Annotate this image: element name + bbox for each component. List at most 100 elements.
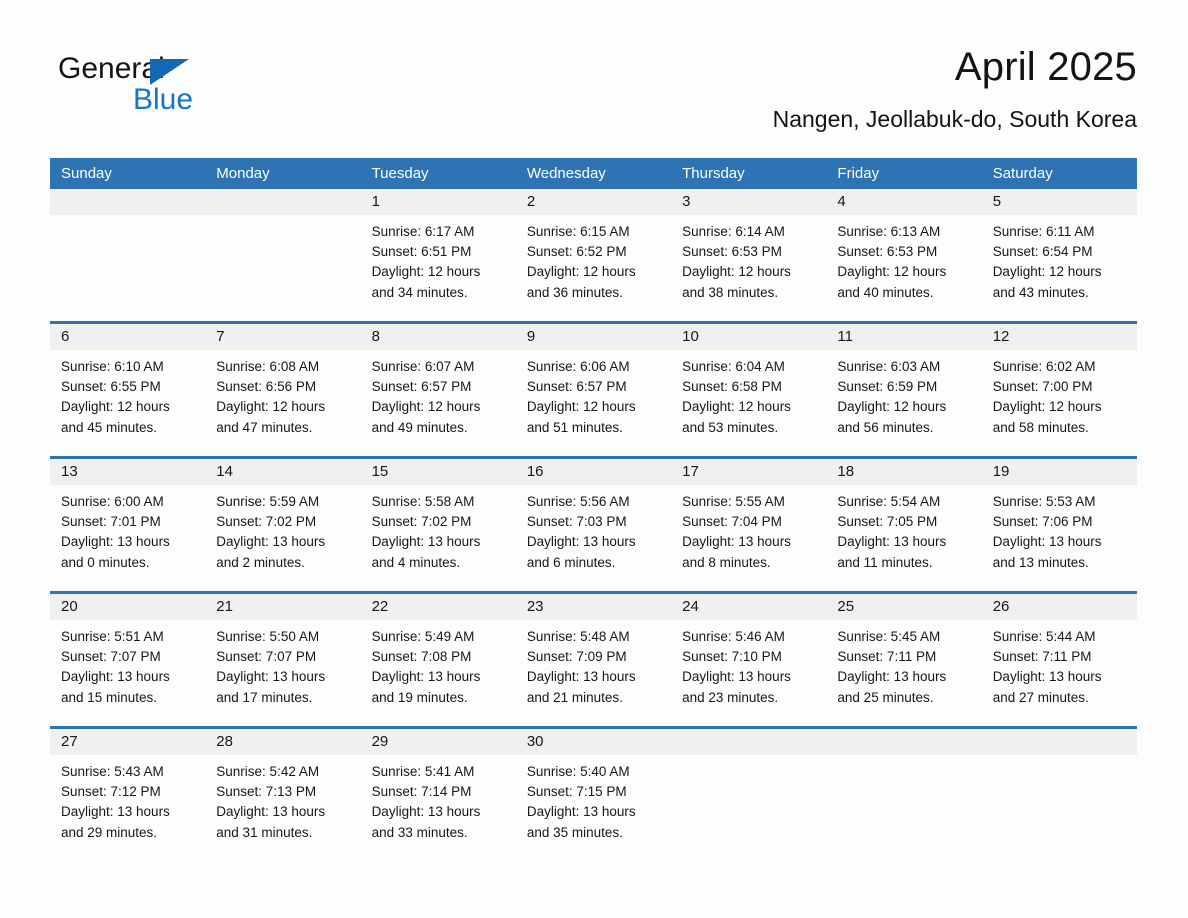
- generalblue-logo[interactable]: General Blue: [58, 52, 218, 124]
- week-grid: 13 Sunrise: 6:00 AM Sunset: 7:01 PM Dayl…: [50, 459, 1137, 591]
- day-cell[interactable]: 24 Sunrise: 5:46 AM Sunset: 7:10 PM Dayl…: [671, 594, 827, 726]
- day-details: Sunrise: 6:10 AM Sunset: 6:55 PM Dayligh…: [50, 350, 205, 438]
- day-cell[interactable]: 13 Sunrise: 6:00 AM Sunset: 7:01 PM Dayl…: [50, 459, 206, 591]
- weekday-header-thursday: Thursday: [682, 165, 745, 182]
- sunset-text: Sunset: 7:04 PM: [682, 514, 782, 530]
- day-cell[interactable]: 11 Sunrise: 6:03 AM Sunset: 6:59 PM Dayl…: [826, 324, 982, 456]
- day-details: Sunrise: 6:00 AM Sunset: 7:01 PM Dayligh…: [50, 485, 205, 573]
- sunrise-text: Sunrise: 6:14 AM: [682, 224, 785, 239]
- day-cell[interactable]: 21 Sunrise: 5:50 AM Sunset: 7:07 PM Dayl…: [205, 594, 361, 726]
- day-cell[interactable]: 25 Sunrise: 5:45 AM Sunset: 7:11 PM Dayl…: [826, 594, 982, 726]
- daylight-text-line2: and 31 minutes.: [216, 824, 313, 840]
- daylight-text-line1: Daylight: 13 hours: [992, 534, 1102, 550]
- daylight-text-line2: and 49 minutes.: [371, 419, 468, 435]
- daylight-text-line2: and 35 minutes.: [526, 824, 623, 840]
- daylight-text-line1: Daylight: 12 hours: [837, 399, 947, 415]
- week-grid: 20 Sunrise: 5:51 AM Sunset: 7:07 PM Dayl…: [50, 594, 1137, 726]
- day-cell[interactable]: 9 Sunrise: 6:06 AM Sunset: 6:57 PM Dayli…: [515, 324, 672, 456]
- day-number: 16: [515, 459, 672, 485]
- day-cell[interactable]: [50, 189, 206, 321]
- sunset-text: Sunset: 7:13 PM: [216, 784, 317, 800]
- day-cell[interactable]: 3 Sunrise: 6:14 AM Sunset: 6:53 PM Dayli…: [671, 189, 827, 321]
- day-cell[interactable]: 30 Sunrise: 5:40 AM Sunset: 7:15 PM Dayl…: [515, 729, 672, 861]
- day-cell[interactable]: [205, 189, 361, 321]
- day-cell[interactable]: 5 Sunrise: 6:11 AM Sunset: 6:54 PM Dayli…: [981, 189, 1137, 321]
- day-number: 2: [515, 189, 672, 215]
- day-cell[interactable]: [981, 729, 1137, 861]
- daylight-text-line2: and 45 minutes.: [61, 419, 158, 435]
- calendar-week-row: 1 Sunrise: 6:17 AM Sunset: 6:51 PM Dayli…: [50, 189, 1137, 321]
- day-cell[interactable]: [671, 729, 827, 861]
- day-cell[interactable]: 7 Sunrise: 6:08 AM Sunset: 6:56 PM Dayli…: [205, 324, 361, 456]
- day-cell[interactable]: 27 Sunrise: 5:43 AM Sunset: 7:12 PM Dayl…: [50, 729, 206, 861]
- daylight-text-line2: and 8 minutes.: [682, 554, 771, 570]
- day-cell[interactable]: 12 Sunrise: 6:02 AM Sunset: 7:00 PM Dayl…: [981, 324, 1137, 456]
- day-cell[interactable]: 2 Sunrise: 6:15 AM Sunset: 6:52 PM Dayli…: [515, 189, 672, 321]
- day-details: Sunrise: 6:17 AM Sunset: 6:51 PM Dayligh…: [361, 215, 516, 303]
- day-number: 21: [205, 594, 361, 620]
- daylight-text-line2: and 13 minutes.: [992, 554, 1089, 570]
- day-cell[interactable]: 14 Sunrise: 5:59 AM Sunset: 7:02 PM Dayl…: [205, 459, 361, 591]
- daylight-text-line1: Daylight: 13 hours: [837, 669, 947, 685]
- day-details: Sunrise: 6:08 AM Sunset: 6:56 PM Dayligh…: [205, 350, 360, 438]
- day-number: 23: [515, 594, 672, 620]
- day-cell[interactable]: 23 Sunrise: 5:48 AM Sunset: 7:09 PM Dayl…: [515, 594, 672, 726]
- day-cell[interactable]: 22 Sunrise: 5:49 AM Sunset: 7:08 PM Dayl…: [360, 594, 516, 726]
- sunset-text: Sunset: 7:11 PM: [837, 649, 937, 665]
- day-number: 24: [671, 594, 827, 620]
- sunset-text: Sunset: 6:57 PM: [526, 379, 627, 395]
- day-number: 19: [981, 459, 1137, 485]
- sunrise-text: Sunrise: 6:11 AM: [992, 224, 1095, 239]
- sunrise-text: Sunrise: 5:58 AM: [371, 494, 475, 509]
- daylight-text-line2: and 2 minutes.: [216, 554, 305, 570]
- daylight-text-line1: Daylight: 12 hours: [992, 264, 1102, 280]
- sunset-text: Sunset: 7:06 PM: [992, 514, 1093, 530]
- day-number: 4: [826, 189, 982, 215]
- day-number: 29: [360, 729, 516, 755]
- day-number: 12: [981, 324, 1137, 350]
- calendar-week-row: 6 Sunrise: 6:10 AM Sunset: 6:55 PM Dayli…: [50, 321, 1137, 456]
- sunrise-text: Sunrise: 5:50 AM: [216, 629, 320, 644]
- day-cell[interactable]: 29 Sunrise: 5:41 AM Sunset: 7:14 PM Dayl…: [360, 729, 516, 861]
- sunset-text: Sunset: 7:02 PM: [371, 514, 472, 530]
- sunrise-text: Sunrise: 6:15 AM: [526, 224, 630, 239]
- day-cell[interactable]: 15 Sunrise: 5:58 AM Sunset: 7:02 PM Dayl…: [360, 459, 516, 591]
- sunset-text: Sunset: 7:03 PM: [526, 514, 627, 530]
- day-cell[interactable]: 16 Sunrise: 5:56 AM Sunset: 7:03 PM Dayl…: [515, 459, 672, 591]
- day-cell[interactable]: 18 Sunrise: 5:54 AM Sunset: 7:05 PM Dayl…: [826, 459, 982, 591]
- daylight-text-line1: Daylight: 12 hours: [61, 399, 170, 415]
- daylight-text-line1: Daylight: 13 hours: [837, 534, 947, 550]
- day-cell[interactable]: 19 Sunrise: 5:53 AM Sunset: 7:06 PM Dayl…: [981, 459, 1137, 591]
- day-cell[interactable]: 20 Sunrise: 5:51 AM Sunset: 7:07 PM Dayl…: [50, 594, 206, 726]
- weekday-header-friday: Friday: [837, 165, 880, 182]
- day-cell[interactable]: [826, 729, 982, 861]
- sunrise-text: Sunrise: 5:56 AM: [526, 494, 630, 509]
- day-details: Sunrise: 6:11 AM Sunset: 6:54 PM Dayligh…: [982, 215, 1137, 303]
- sunset-text: Sunset: 7:15 PM: [526, 784, 627, 800]
- day-details: Sunrise: 5:54 AM Sunset: 7:05 PM Dayligh…: [826, 485, 981, 573]
- sunset-text: Sunset: 7:01 PM: [61, 514, 161, 530]
- daylight-text-line1: Daylight: 12 hours: [526, 399, 636, 415]
- day-cell[interactable]: 8 Sunrise: 6:07 AM Sunset: 6:57 PM Dayli…: [360, 324, 516, 456]
- day-cell[interactable]: 1 Sunrise: 6:17 AM Sunset: 6:51 PM Dayli…: [360, 189, 516, 321]
- daylight-text-line2: and 47 minutes.: [216, 419, 313, 435]
- sunrise-text: Sunrise: 5:42 AM: [216, 764, 320, 779]
- daylight-text-line1: Daylight: 13 hours: [216, 804, 326, 820]
- sunset-text: Sunset: 6:59 PM: [837, 379, 938, 395]
- page-header: General Blue April 2025 Nangen, Jeollabu…: [50, 42, 1137, 142]
- sunset-text: Sunset: 6:53 PM: [682, 244, 782, 260]
- sunrise-text: Sunrise: 6:08 AM: [216, 359, 320, 374]
- day-details: Sunrise: 5:44 AM Sunset: 7:11 PM Dayligh…: [982, 620, 1137, 708]
- sunset-text: Sunset: 6:55 PM: [61, 379, 161, 395]
- day-details: Sunrise: 5:46 AM Sunset: 7:10 PM Dayligh…: [671, 620, 826, 708]
- day-cell[interactable]: 28 Sunrise: 5:42 AM Sunset: 7:13 PM Dayl…: [205, 729, 361, 861]
- day-cell[interactable]: 17 Sunrise: 5:55 AM Sunset: 7:04 PM Dayl…: [671, 459, 827, 591]
- day-cell[interactable]: 4 Sunrise: 6:13 AM Sunset: 6:53 PM Dayli…: [826, 189, 982, 321]
- daylight-text-line2: and 29 minutes.: [61, 824, 158, 840]
- daylight-text-line2: and 15 minutes.: [61, 689, 158, 705]
- day-cell[interactable]: 10 Sunrise: 6:04 AM Sunset: 6:58 PM Dayl…: [671, 324, 827, 456]
- daylight-text-line2: and 11 minutes.: [837, 554, 933, 570]
- sunset-text: Sunset: 7:05 PM: [837, 514, 938, 530]
- day-cell[interactable]: 26 Sunrise: 5:44 AM Sunset: 7:11 PM Dayl…: [981, 594, 1137, 726]
- day-cell[interactable]: 6 Sunrise: 6:10 AM Sunset: 6:55 PM Dayli…: [50, 324, 206, 456]
